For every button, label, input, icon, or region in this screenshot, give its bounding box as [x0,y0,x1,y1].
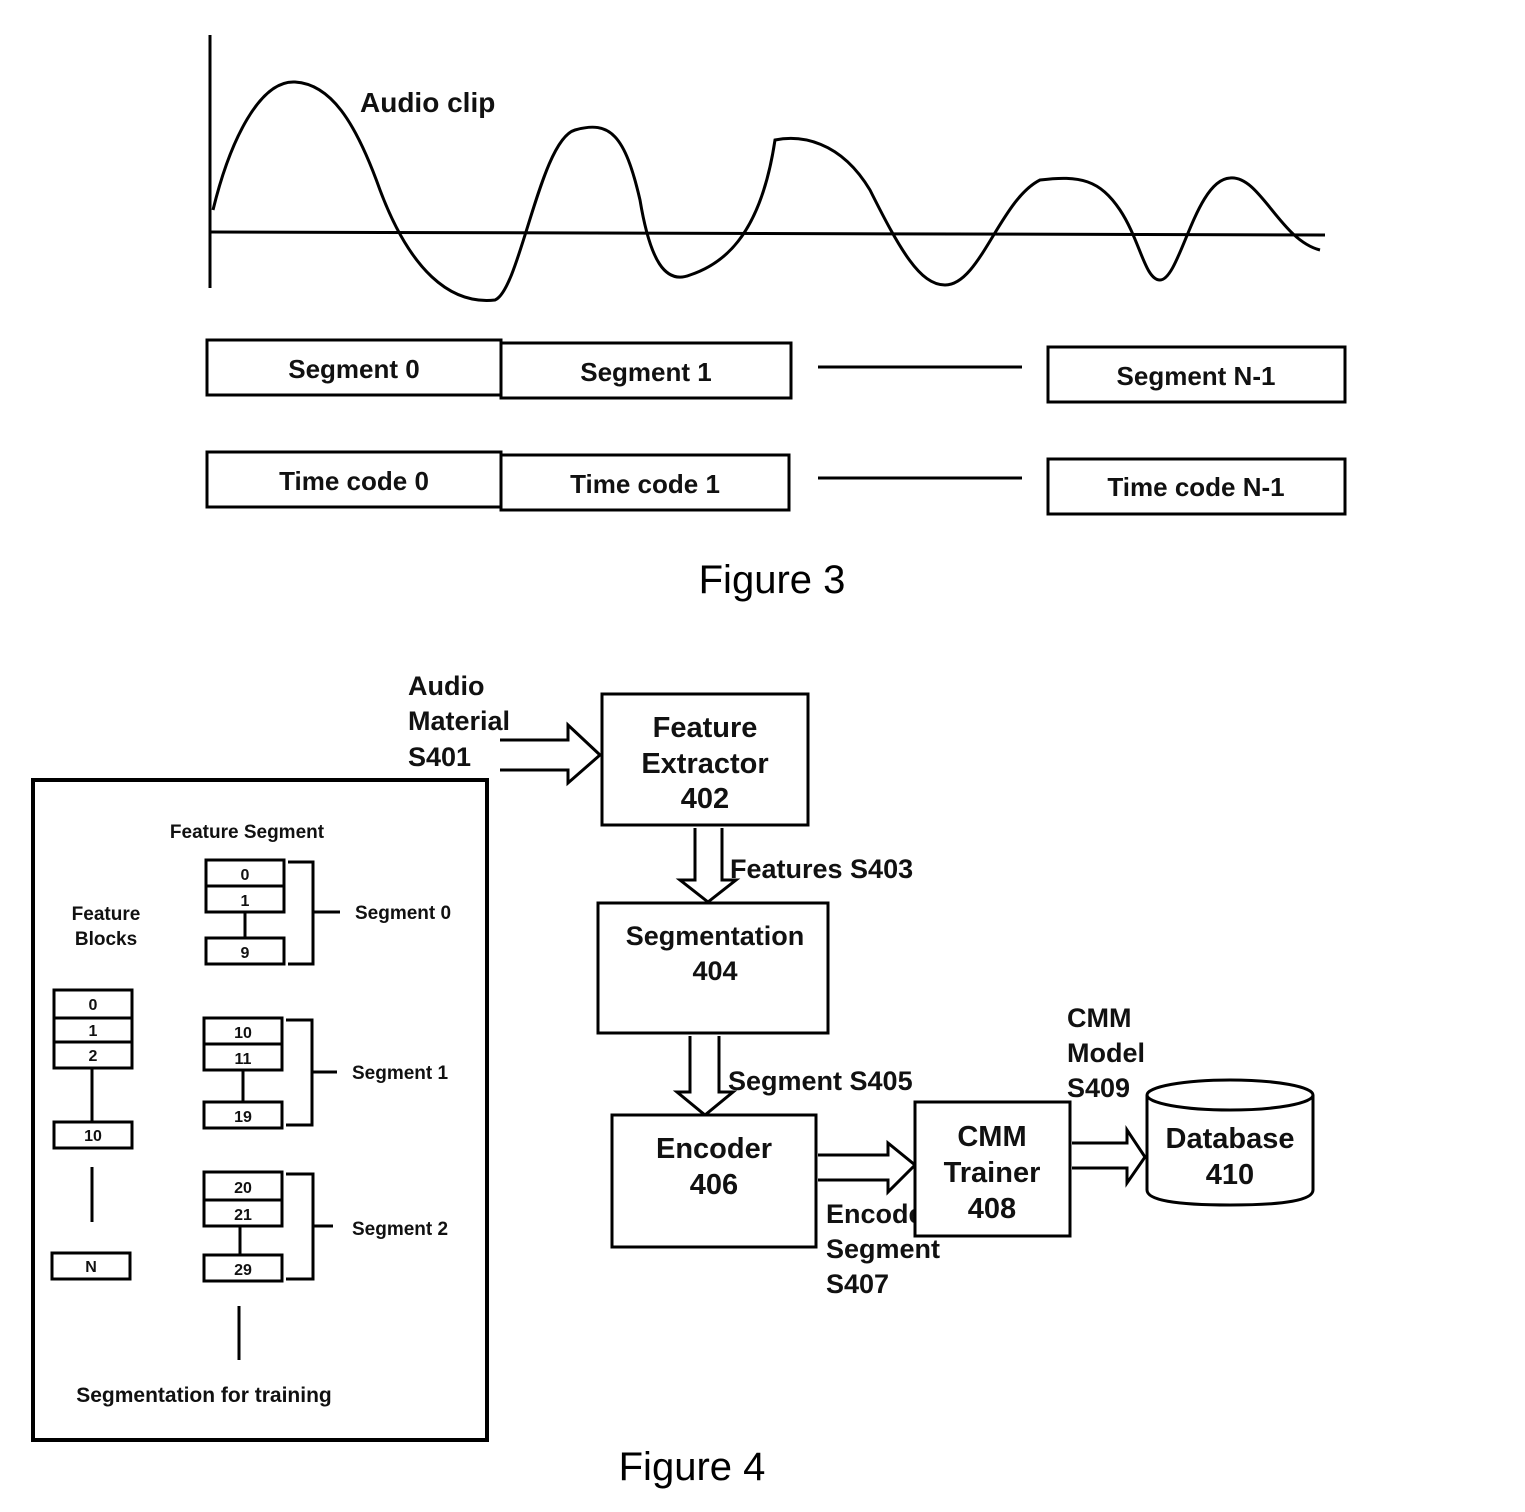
database-label-2: 410 [1206,1159,1254,1191]
features-arrow [675,828,741,904]
segment-cell-label: 0 [241,867,250,884]
segment-cell-label: 10 [234,1025,252,1042]
feature-extractor-label-3: 402 [681,783,729,815]
encoded-label-3: S407 [826,1269,889,1299]
feature-block-label: 10 [84,1128,102,1145]
feature-blocks-title-1: Feature [72,904,141,925]
cmm-trainer-label-2: Trainer [944,1157,1041,1189]
timecode-n1-label: Time code N-1 [1107,472,1284,502]
segment-cell-label: 20 [234,1180,252,1197]
cmm-trainer-label-3: 408 [968,1193,1016,1225]
input-label-2: Material [408,706,510,736]
encoder-label-1: Encoder [656,1133,772,1165]
encoder-label-2: 406 [690,1169,738,1201]
feature-block-label: N [85,1259,97,1276]
segment-group-label: Segment 2 [352,1219,448,1240]
inset-footer: Segmentation for training [76,1384,332,1407]
patent-figures: Audio clip Segment 0 Segment 1 Segment N… [31,35,1347,1489]
segment-cell-label: 11 [235,1051,252,1068]
feature-segment-title: Feature Segment [170,822,325,843]
segmentation-label-1: Segmentation [626,921,805,951]
feature-blocks-title-2: Blocks [75,929,137,950]
feature-block-label: 0 [89,997,98,1014]
segment-cell-label: 9 [241,945,250,962]
segment-cell-label: 1 [241,893,250,910]
segment-group-label: Segment 0 [355,903,451,924]
waveform-label: Audio clip [360,87,495,118]
figure-3: Audio clip Segment 0 Segment 1 Segment N… [205,35,1347,602]
segment-arrow [672,1036,738,1117]
cmm-model-arrow [1072,1125,1147,1188]
database-label-1: Database [1166,1123,1295,1155]
input-arrow [500,721,603,787]
segment-cell-label: 19 [234,1109,252,1126]
figure-4: Feature Segment Feature Blocks 0 1 2 10 … [31,671,1315,1489]
segment-cell-label: 29 [234,1262,252,1279]
segmentation-label-2: 404 [692,956,737,986]
timecode-1-label: Time code 1 [570,469,720,499]
x-axis [209,230,1326,237]
segment-0-label: Segment 0 [288,354,420,384]
timecode-0-label: Time code 0 [279,466,429,496]
feature-extractor-label-2: Extractor [641,748,768,780]
segment-1-label: Segment 1 [580,357,712,387]
feature-block-label: 2 [89,1048,98,1065]
segment-n1-label: Segment N-1 [1117,361,1276,391]
encoded-label-2: Segment [826,1234,940,1264]
input-label-1: Audio [408,671,484,701]
cmm-model-label-2: Model [1067,1038,1145,1068]
segment-cell-label: 21 [234,1207,252,1224]
cmm-trainer-label-1: CMM [957,1121,1026,1153]
encoded-arrow [818,1139,918,1196]
cmm-model-label-1: CMM [1067,1003,1131,1033]
features-label: Features S403 [730,854,913,884]
feature-block-label: 1 [89,1023,98,1040]
feature-extractor-label-1: Feature [653,712,758,744]
input-label-3: S401 [408,742,471,772]
figure-3-caption: Figure 3 [699,558,846,602]
segment-label: Segment S405 [728,1066,913,1096]
figure-4-caption: Figure 4 [619,1445,766,1489]
cmm-model-label-3: S409 [1067,1073,1130,1103]
segment-group-label: Segment 1 [352,1063,449,1084]
